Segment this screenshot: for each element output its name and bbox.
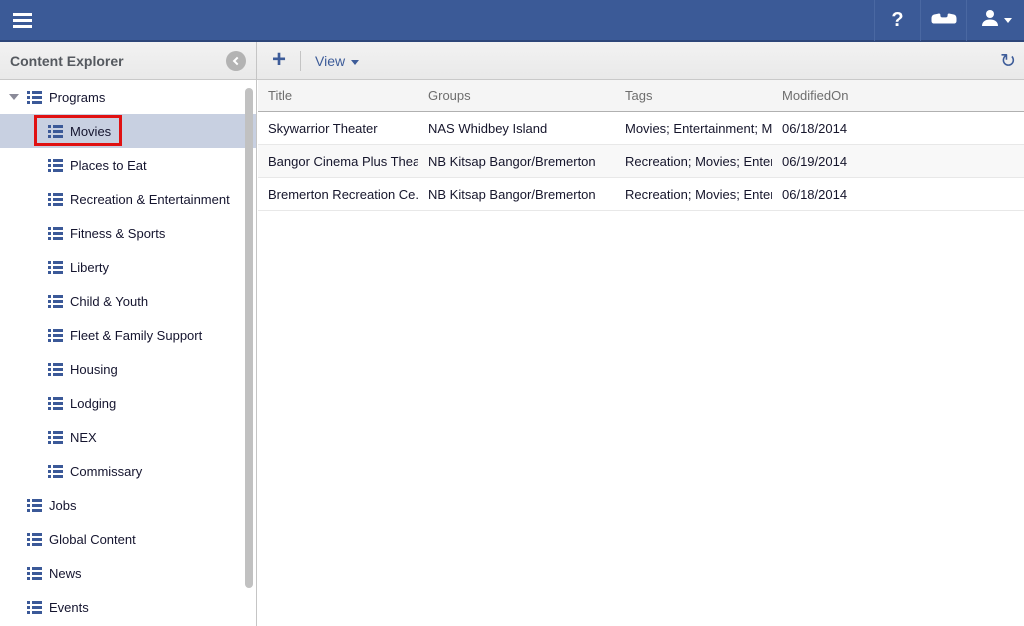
sidebar-collapse-button[interactable] xyxy=(226,51,246,71)
cell-groups: NB Kitsap Bangor/Bremerton xyxy=(418,187,615,202)
tree-item-label: Lodging xyxy=(70,396,116,411)
list-icon xyxy=(48,261,63,274)
column-header-title[interactable]: Title xyxy=(258,88,418,103)
cell-tags: Movies; Entertainment; M... xyxy=(615,121,772,136)
list-icon xyxy=(27,601,42,614)
phone-button[interactable] xyxy=(920,0,966,41)
phone-handset-icon xyxy=(931,10,957,31)
tree-item-label: Programs xyxy=(49,90,105,105)
tree-item-global-content[interactable]: Global Content xyxy=(0,522,256,556)
list-icon xyxy=(48,329,63,342)
tree-item-housing[interactable]: Housing xyxy=(0,352,256,386)
tree-item-label: Liberty xyxy=(70,260,109,275)
cell-title: Bangor Cinema Plus Thea... xyxy=(258,154,418,169)
view-dropdown-label: View xyxy=(315,53,345,69)
table-row[interactable]: Skywarrior Theater NAS Whidbey Island Mo… xyxy=(258,112,1024,145)
list-icon xyxy=(48,397,63,410)
sidebar-scrollbar[interactable] xyxy=(245,88,253,588)
tree-item-commissary[interactable]: Commissary xyxy=(0,454,256,488)
chevron-left-icon xyxy=(233,57,241,65)
app-window: ? Content E xyxy=(0,0,1024,626)
content-list: Title Groups Tags ModifiedOn Skywarrior … xyxy=(258,80,1024,626)
tree-item-label: Jobs xyxy=(49,498,76,513)
toolbar: + View ↻ xyxy=(258,42,1024,80)
person-icon xyxy=(980,8,1000,33)
user-menu-button[interactable] xyxy=(966,0,1024,41)
tree-item-label: Commissary xyxy=(70,464,142,479)
help-icon: ? xyxy=(891,9,903,32)
tree-item-programs[interactable]: Programs xyxy=(0,80,256,114)
column-header-tags[interactable]: Tags xyxy=(615,88,772,103)
sidebar-header: Content Explorer xyxy=(0,42,257,80)
column-header-modifiedon[interactable]: ModifiedOn xyxy=(772,88,1024,103)
add-button[interactable]: + xyxy=(258,48,300,75)
tree-item-child-youth[interactable]: Child & Youth xyxy=(0,284,256,318)
tree-item-label: Places to Eat xyxy=(70,158,147,173)
cell-tags: Recreation; Movies; Enter... xyxy=(615,187,772,202)
tree-item-news[interactable]: News xyxy=(0,556,256,590)
top-bar: ? xyxy=(0,0,1024,42)
tree-item-label: Recreation & Entertainment xyxy=(70,192,230,207)
tree-item-nex[interactable]: NEX xyxy=(0,420,256,454)
tree-item-label: Movies xyxy=(70,124,111,139)
table-row[interactable]: Bremerton Recreation Ce... NB Kitsap Ban… xyxy=(258,178,1024,211)
tree-item-liberty[interactable]: Liberty xyxy=(0,250,256,284)
tree-item-movies[interactable]: Movies xyxy=(0,114,256,148)
list-icon xyxy=(48,431,63,444)
cell-modifiedon: 06/18/2014 xyxy=(772,121,1024,136)
tree-item-fitness-sports[interactable]: Fitness & Sports xyxy=(0,216,256,250)
tree-item-label: Child & Youth xyxy=(70,294,148,309)
table-header-row: Title Groups Tags ModifiedOn xyxy=(258,80,1024,112)
column-header-groups[interactable]: Groups xyxy=(418,88,615,103)
view-dropdown-button[interactable]: View xyxy=(301,53,373,69)
tree-item-label: News xyxy=(49,566,82,581)
expand-triangle-icon[interactable] xyxy=(9,94,19,100)
tree-item-lodging[interactable]: Lodging xyxy=(0,386,256,420)
tree-item-jobs[interactable]: Jobs xyxy=(0,488,256,522)
content-explorer-tree: Programs Movies Places to Eat Recreation… xyxy=(0,80,257,626)
list-icon xyxy=(48,227,63,240)
help-button[interactable]: ? xyxy=(874,0,920,41)
list-icon xyxy=(27,533,42,546)
cell-title: Skywarrior Theater xyxy=(258,121,418,136)
tree-item-events[interactable]: Events xyxy=(0,590,256,624)
cell-tags: Recreation; Movies; Enter... xyxy=(615,154,772,169)
list-icon xyxy=(48,465,63,478)
hamburger-menu-icon[interactable] xyxy=(0,0,44,41)
cell-modifiedon: 06/18/2014 xyxy=(772,187,1024,202)
tree-item-label: Events xyxy=(49,600,89,615)
refresh-icon: ↻ xyxy=(1000,50,1016,72)
list-icon xyxy=(48,363,63,376)
cell-title: Bremerton Recreation Ce... xyxy=(258,187,418,202)
table-row[interactable]: Bangor Cinema Plus Thea... NB Kitsap Ban… xyxy=(258,145,1024,178)
tree-item-places-to-eat[interactable]: Places to Eat xyxy=(0,148,256,182)
caret-down-icon xyxy=(351,60,359,65)
list-icon xyxy=(27,91,42,104)
list-icon xyxy=(48,295,63,308)
tree-item-label: Fitness & Sports xyxy=(70,226,165,241)
list-icon xyxy=(27,499,42,512)
cell-modifiedon: 06/19/2014 xyxy=(772,154,1024,169)
list-icon xyxy=(48,125,63,138)
refresh-button[interactable]: ↻ xyxy=(992,50,1024,72)
tree-item-label: Housing xyxy=(70,362,118,377)
header-band: Content Explorer + View ↻ xyxy=(0,42,1024,80)
list-icon xyxy=(27,567,42,580)
chevron-down-icon xyxy=(1004,18,1012,23)
tree-item-fleet-family-support[interactable]: Fleet & Family Support xyxy=(0,318,256,352)
tree-item-label: NEX xyxy=(70,430,97,445)
cell-groups: NAS Whidbey Island xyxy=(418,121,615,136)
list-icon xyxy=(48,193,63,206)
sidebar-title: Content Explorer xyxy=(10,53,124,69)
list-icon xyxy=(48,159,63,172)
tree-item-label: Fleet & Family Support xyxy=(70,328,202,343)
cell-groups: NB Kitsap Bangor/Bremerton xyxy=(418,154,615,169)
tree-item-recreation-entertainment[interactable]: Recreation & Entertainment xyxy=(0,182,256,216)
tree-item-label: Global Content xyxy=(49,532,136,547)
